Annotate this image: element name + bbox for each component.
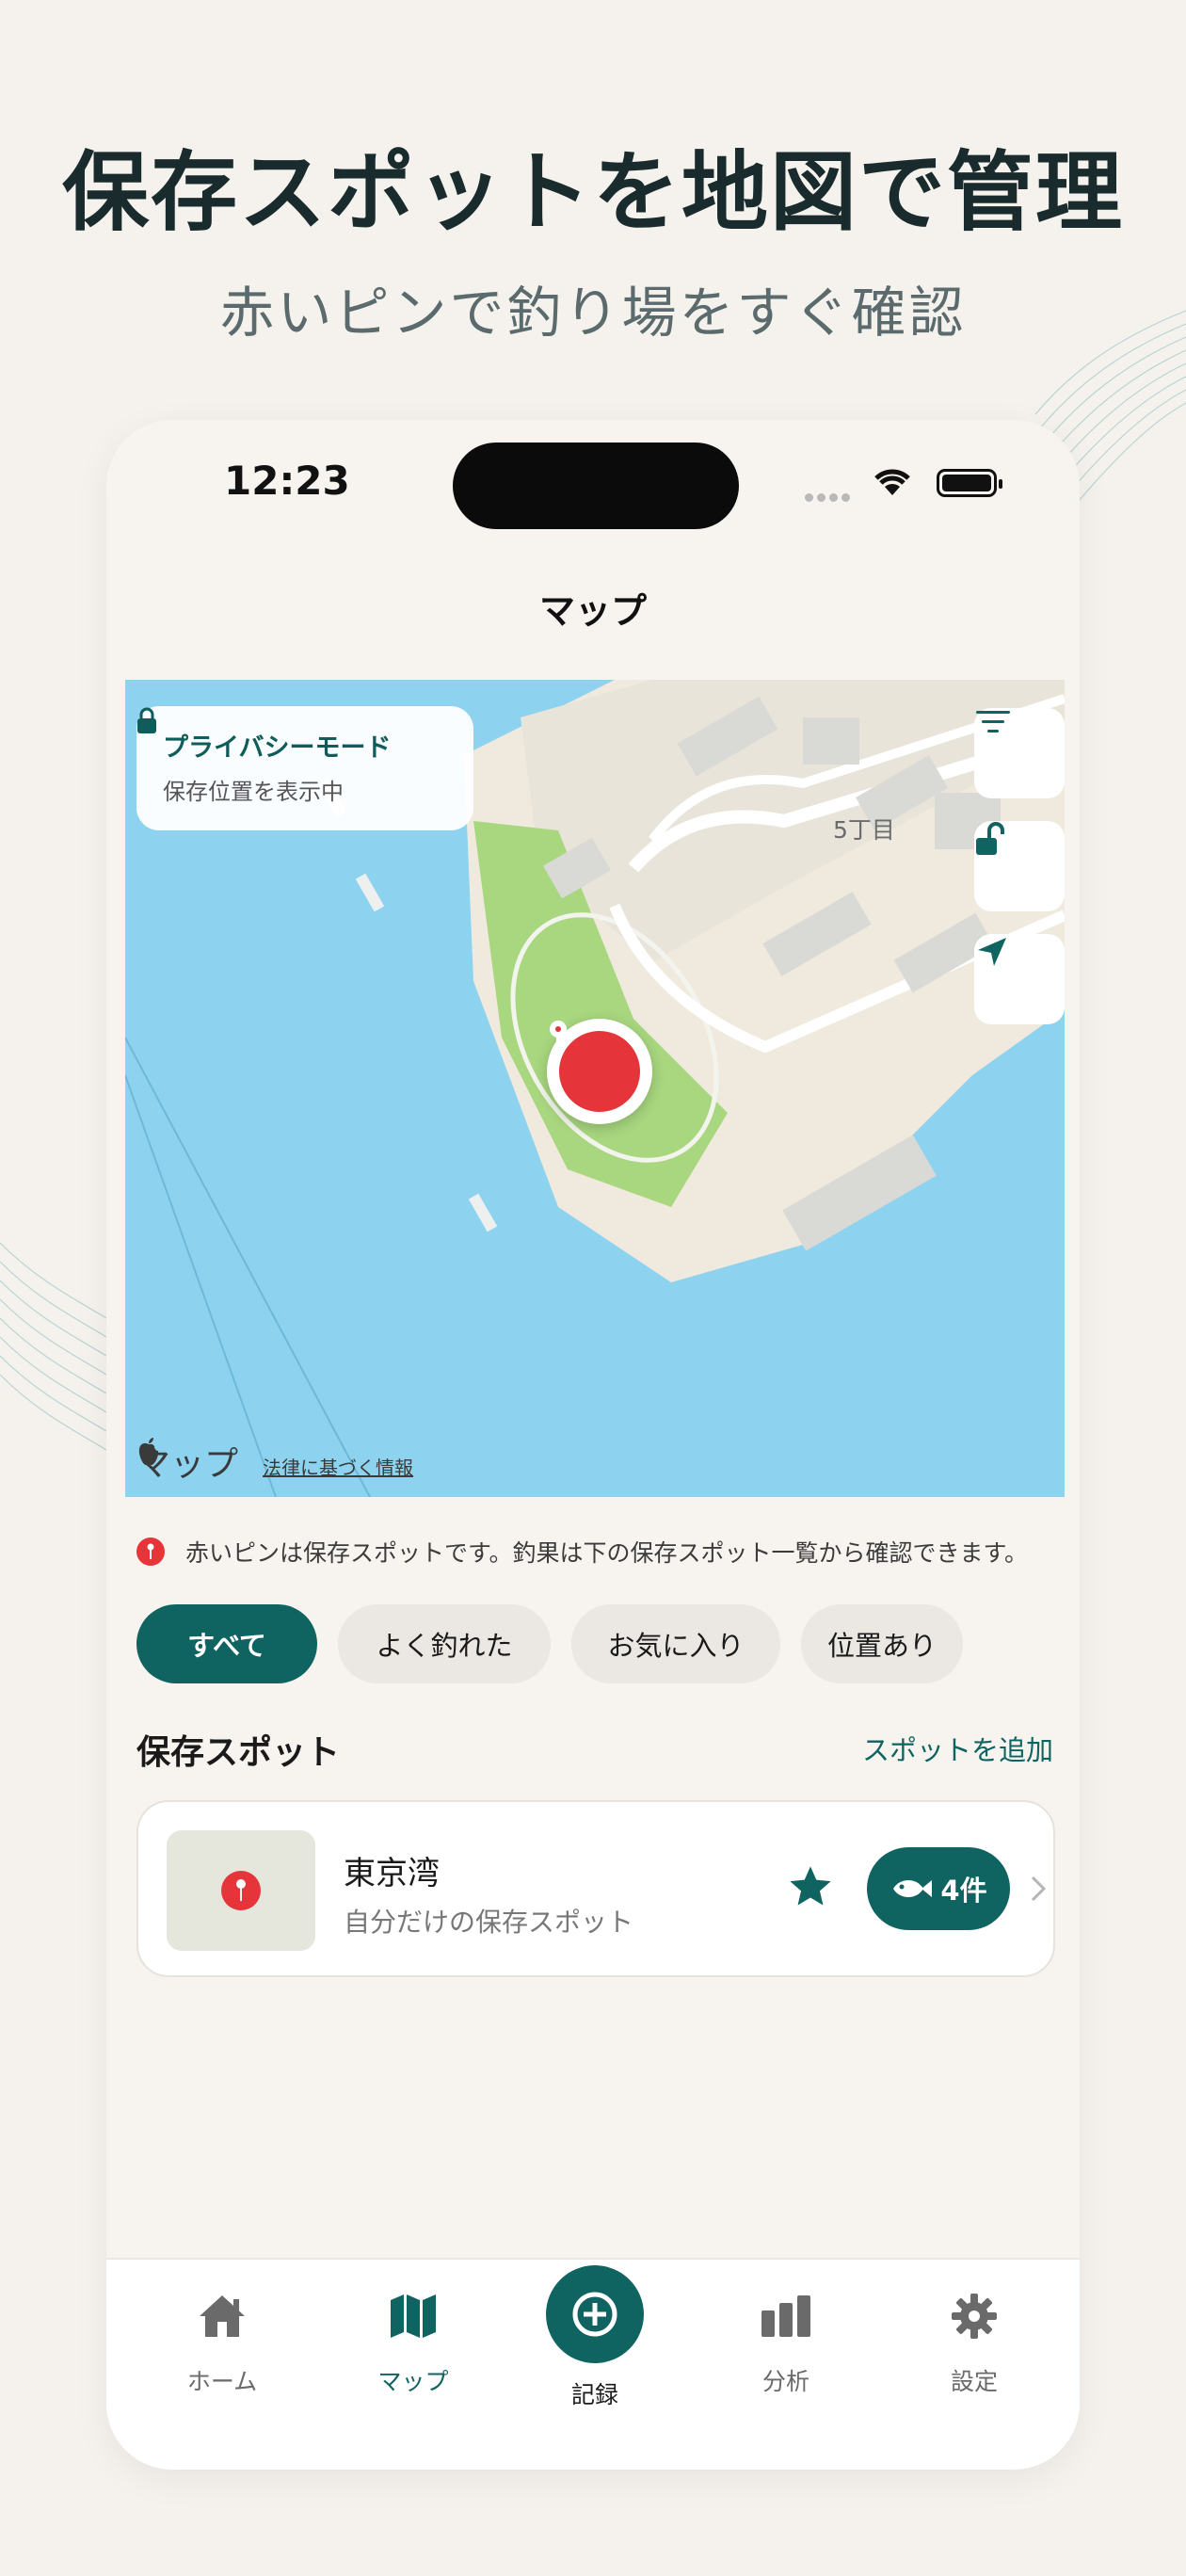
notice-pin-icon: [136, 1538, 165, 1566]
tab-settings-label: 設定: [950, 2368, 998, 2395]
legal-info-link[interactable]: 法律に基づく情報: [263, 1453, 413, 1480]
notice-text: 赤いピンは保存スポットです。釣果は下の保存スポット一覧から確認できます。: [185, 1539, 1029, 1567]
catch-count-label: 4件: [940, 1875, 987, 1907]
gear-icon: [952, 2294, 997, 2339]
tab-analytics[interactable]: 分析: [711, 2278, 861, 2397]
signal-icon: [805, 488, 854, 506]
pin-icon: [550, 1021, 567, 1064]
catch-count-badge[interactable]: 4件: [867, 1847, 1010, 1930]
favorite-star-icon[interactable]: [786, 1862, 835, 1911]
tab-record-label: 記録: [570, 2381, 618, 2408]
filter-chip-frequent[interactable]: よく釣れた: [338, 1604, 551, 1683]
pin-notice: 赤いピンは保存スポットです。釣果は下の保存スポット一覧から確認できます。: [136, 1535, 1028, 1569]
map-icon: [391, 2294, 436, 2338]
spot-name: 東京湾: [344, 1855, 440, 1892]
privacy-mode-card[interactable]: プライバシーモード 保存位置を表示中: [136, 706, 473, 830]
promo-subheadline: 赤いピンで釣り場をすぐ確認: [219, 281, 967, 345]
add-spot-link[interactable]: スポットを追加: [862, 1729, 1053, 1768]
tab-map-label: マップ: [377, 2368, 449, 2395]
saved-spots-heading: 保存スポット: [136, 1733, 341, 1772]
battery-icon: [937, 469, 1002, 497]
filter-chip-all[interactable]: すべて: [136, 1604, 317, 1683]
tab-analytics-label: 分析: [761, 2368, 809, 2395]
privacy-title: プライバシーモード: [163, 733, 392, 763]
map-area-label: 5丁目: [833, 816, 895, 844]
bar-chart-icon: [761, 2295, 810, 2337]
tab-settings[interactable]: 設定: [899, 2278, 1050, 2397]
spot-pin-icon: [221, 1871, 261, 1910]
chevron-right-icon: [1031, 1876, 1047, 1902]
spot-map-pin[interactable]: [547, 1019, 652, 1124]
promo-headline: 保存スポットを地図で管理: [61, 142, 1124, 243]
filter-chip-favorites[interactable]: お気に入り: [571, 1604, 780, 1683]
wifi-icon: [874, 469, 910, 495]
spot-list-item[interactable]: 東京湾 自分だけの保存スポット 4件: [136, 1800, 1055, 1977]
tab-home-label: ホーム: [186, 2368, 258, 2395]
tab-home[interactable]: ホーム: [147, 2278, 297, 2397]
filter-chip-has-location[interactable]: 位置あり: [801, 1604, 963, 1683]
filter-list-button[interactable]: [974, 708, 1065, 798]
tab-map[interactable]: マップ: [338, 2278, 489, 2397]
spot-description: 自分だけの保存スポット: [344, 1907, 634, 1938]
home-icon: [200, 2295, 245, 2337]
privacy-subtitle: 保存位置を表示中: [163, 779, 344, 805]
current-location-button[interactable]: [974, 934, 1065, 1024]
page-title: マップ: [538, 590, 647, 632]
map-attribution: マップ 法律に基づく情報: [136, 1437, 413, 1486]
list-filter-icon: [976, 711, 1010, 733]
location-arrow-icon: [978, 938, 1006, 966]
status-time: 12:23: [224, 458, 350, 504]
filter-chips: すべて よく釣れた お気に入り 位置あり: [136, 1604, 984, 1683]
dynamic-island: [453, 443, 739, 529]
plus-icon: [572, 2292, 617, 2337]
spot-thumbnail: [167, 1830, 315, 1951]
apple-logo-icon: [138, 1438, 159, 1465]
lock-icon: [137, 707, 156, 733]
record-button[interactable]: [546, 2265, 644, 2363]
privacy-toggle-button[interactable]: [974, 821, 1065, 911]
phone-screen: 12:23 マップ プライバシーモード 保存位置を表示中 5丁目 マップ 法律に…: [106, 420, 1080, 2470]
fish-icon: [893, 1879, 933, 1898]
map-view[interactable]: プライバシーモード 保存位置を表示中 5丁目 マップ 法律に基づく情報: [125, 680, 1065, 1497]
unlock-icon: [976, 822, 1004, 855]
tab-bar: ホーム マップ 記録 分析 設定: [106, 2258, 1080, 2470]
